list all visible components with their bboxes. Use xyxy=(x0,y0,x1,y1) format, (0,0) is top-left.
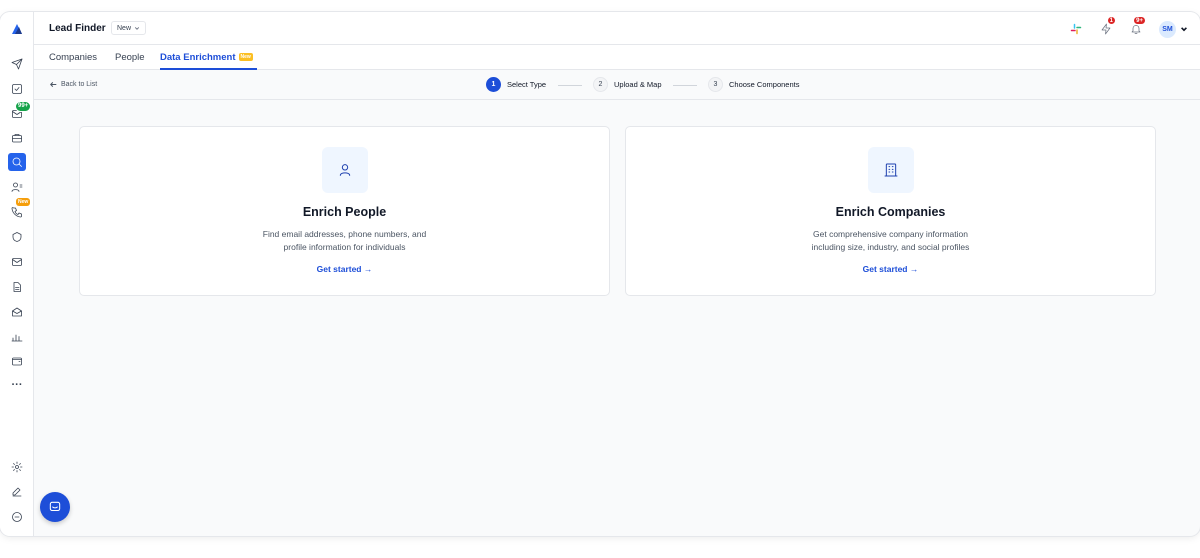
card-description-line: Find email addresses, phone numbers, and xyxy=(262,229,427,239)
arrow-left-icon xyxy=(50,82,57,87)
top-bar: Lead Finder New 1 9+ SM xyxy=(34,12,1200,45)
new-dropdown-label: New xyxy=(117,24,132,32)
card-description-line: Get comprehensive company information xyxy=(813,229,968,239)
card-description-line: profile information for individuals xyxy=(283,242,406,252)
chevron-down-icon xyxy=(134,27,140,30)
card-description-line: including size, industry, and social pro… xyxy=(811,242,970,252)
edit-icon[interactable] xyxy=(8,483,26,501)
analytics-icon[interactable] xyxy=(8,328,26,346)
settings-icon[interactable] xyxy=(8,458,26,476)
back-to-list-link[interactable]: Back to List xyxy=(50,81,97,88)
support-chat-button[interactable] xyxy=(40,492,70,522)
step-connector xyxy=(558,85,582,86)
building-icon xyxy=(867,147,914,193)
briefcase-icon[interactable] xyxy=(8,129,26,147)
step-label: Choose Components xyxy=(729,80,800,89)
step-label: Upload & Map xyxy=(614,80,662,89)
step-label: Select Type xyxy=(507,80,547,89)
new-badge: New xyxy=(238,53,253,61)
app-window: 99+ New ··· Lead Finder New 1 9+ SM Comp… xyxy=(0,12,1200,536)
bell-icon[interactable]: 9+ xyxy=(1129,16,1146,36)
tab-data-enrichment-label: Data Enrichment xyxy=(160,52,236,63)
step-number: 3 xyxy=(708,77,723,92)
sidebar: 99+ New ··· xyxy=(0,12,34,536)
tab-companies[interactable]: Companies xyxy=(49,52,97,63)
step-number: 2 xyxy=(593,77,608,92)
step-bar: Back to List 1 Select Type 2 Upload & Ma… xyxy=(34,70,1200,100)
tab-bar: Companies People Data Enrichment New xyxy=(34,45,1200,70)
calls-new-badge: New xyxy=(16,198,31,206)
step-number: 1 xyxy=(486,77,501,92)
step-connector xyxy=(673,85,697,86)
feedback-icon[interactable] xyxy=(8,508,26,526)
wallet-icon[interactable] xyxy=(8,352,26,370)
person-icon xyxy=(321,147,368,193)
shield-icon[interactable] xyxy=(8,228,26,246)
search-icon[interactable] xyxy=(8,153,26,171)
card-title: Enrich Companies xyxy=(835,205,946,219)
tab-data-enrichment[interactable]: Data Enrichment New xyxy=(160,52,253,63)
enrich-people-card[interactable]: Enrich People Find email addresses, phon… xyxy=(79,126,610,296)
step-upload-map: 2 Upload & Map xyxy=(593,77,662,92)
mail-icon[interactable] xyxy=(8,253,26,271)
chevron-down-icon xyxy=(1181,27,1187,32)
lightning-icon[interactable]: 1 xyxy=(1099,16,1116,36)
step-select-type: 1 Select Type xyxy=(486,77,546,92)
more-icon[interactable]: ··· xyxy=(8,380,26,391)
tab-people[interactable]: People xyxy=(115,52,145,63)
enrich-companies-card[interactable]: Enrich Companies Get comprehensive compa… xyxy=(625,126,1156,296)
back-to-list-label: Back to List xyxy=(61,81,98,88)
card-description: Get comprehensive company information in… xyxy=(626,228,1155,254)
avatar: SM xyxy=(1159,20,1176,38)
document-icon[interactable] xyxy=(8,278,26,296)
bell-badge: 9+ xyxy=(1133,16,1146,25)
chat-icon xyxy=(49,501,61,512)
inbox-badge: 99+ xyxy=(15,101,32,112)
notification-badge: 1 xyxy=(1106,16,1116,25)
contacts-icon[interactable] xyxy=(8,178,26,196)
sequence-icon[interactable] xyxy=(8,303,26,321)
get-started-link[interactable]: Get started → xyxy=(80,264,609,274)
page-title: Lead Finder xyxy=(49,23,106,34)
slack-icon[interactable] xyxy=(1069,22,1083,36)
step-choose-components: 3 Choose Components xyxy=(708,77,799,92)
send-icon[interactable] xyxy=(8,55,26,73)
new-dropdown[interactable]: New xyxy=(111,21,147,35)
card-title: Enrich People xyxy=(302,205,387,219)
top-right-actions: 1 9+ SM xyxy=(1069,16,1188,39)
app-logo-icon[interactable] xyxy=(10,22,24,36)
tasks-icon[interactable] xyxy=(8,80,26,98)
user-menu[interactable]: SM xyxy=(1159,20,1188,38)
card-description: Find email addresses, phone numbers, and… xyxy=(80,228,609,254)
get-started-link[interactable]: Get started → xyxy=(626,264,1155,274)
